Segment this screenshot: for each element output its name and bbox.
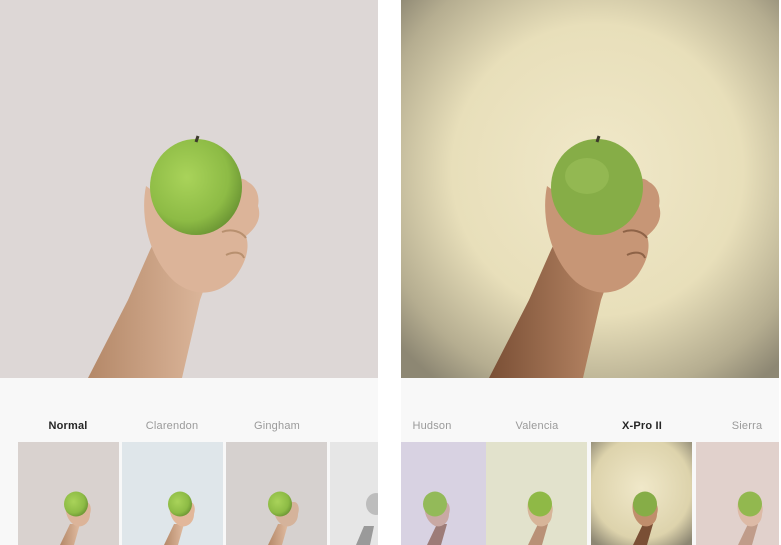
filter-label-sierra[interactable]: Sierra — [692, 420, 779, 432]
filter-label-hudson[interactable]: Hudson — [401, 420, 487, 432]
filter-screen-normal: Normal Clarendon Gingham M — [0, 0, 378, 545]
photo-preview — [0, 0, 378, 378]
filter-thumbnail-normal[interactable] — [18, 442, 119, 545]
filter-thumbnail-moon[interactable] — [330, 442, 378, 545]
filter-thumbnail-valencia[interactable] — [486, 442, 587, 545]
photo-preview — [401, 0, 779, 378]
filter-thumbnail-clarendon[interactable] — [122, 442, 223, 545]
filter-label-clarendon[interactable]: Clarendon — [117, 420, 227, 432]
apple-photo — [0, 0, 378, 378]
apple-photo — [401, 0, 779, 378]
filter-label-xpro-ii[interactable]: X-Pro II — [587, 420, 697, 432]
filter-label-partial[interactable]: M — [363, 420, 378, 432]
filter-thumbnail-xpro-ii[interactable] — [591, 442, 692, 545]
filter-label-valencia[interactable]: Valencia — [482, 420, 592, 432]
filter-thumbnail-gingham[interactable] — [226, 442, 327, 545]
filter-label-gingham[interactable]: Gingham — [222, 420, 332, 432]
filter-thumbnail-sierra[interactable] — [696, 442, 779, 545]
filter-screen-xpro: Hudson Valencia X-Pro II Sierra — [401, 0, 779, 545]
filter-label-normal[interactable]: Normal — [13, 420, 123, 432]
